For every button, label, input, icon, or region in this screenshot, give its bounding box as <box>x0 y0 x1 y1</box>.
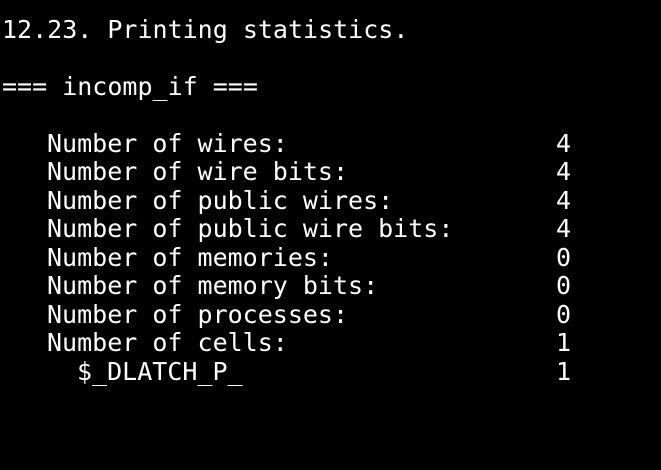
stat-label: Number of cells: <box>47 328 288 357</box>
stat-value: 0 <box>556 300 572 329</box>
cell-type-label: $_DLATCH_P_ <box>77 357 243 386</box>
stat-row-cell-type: $_DLATCH_P_ 1 <box>77 358 637 386</box>
stat-value: 0 <box>556 243 572 272</box>
stat-label: Number of processes: <box>47 300 349 329</box>
stat-value: 1 <box>556 328 572 357</box>
stat-value: 4 <box>556 214 572 243</box>
stat-row-processes: Number of processes: 0 <box>47 301 607 329</box>
terminal-window[interactable]: 12.23. Printing statistics. === incomp_i… <box>0 0 661 407</box>
stat-row-public-wires: Number of public wires: 4 <box>47 187 607 215</box>
stat-row-wire-bits: Number of wire bits: 4 <box>47 158 607 186</box>
stat-value: 4 <box>556 186 572 215</box>
stat-label: Number of memories: <box>47 243 333 272</box>
stat-value: 4 <box>556 129 572 158</box>
stat-row-public-wire-bits: Number of public wire bits: 4 <box>47 215 607 243</box>
stat-row-wires: Number of wires: 4 <box>47 130 607 158</box>
stat-label: Number of memory bits: <box>47 271 379 300</box>
cell-type-count: 1 <box>556 357 572 386</box>
stat-row-memories: Number of memories: 0 <box>47 244 607 272</box>
stat-label: Number of public wire bits: <box>47 214 454 243</box>
stat-label: Number of wire bits: <box>47 157 349 186</box>
stat-label: Number of wires: <box>47 129 288 158</box>
stat-row-cells: Number of cells: 1 <box>47 329 607 357</box>
stat-value: 0 <box>556 271 572 300</box>
stat-row-memory-bits: Number of memory bits: 0 <box>47 272 607 300</box>
stat-value: 4 <box>556 157 572 186</box>
stat-label: Number of public wires: <box>47 186 394 215</box>
section-title: 12.23. Printing statistics. <box>2 15 409 44</box>
module-header: === incomp_if === <box>2 72 258 101</box>
